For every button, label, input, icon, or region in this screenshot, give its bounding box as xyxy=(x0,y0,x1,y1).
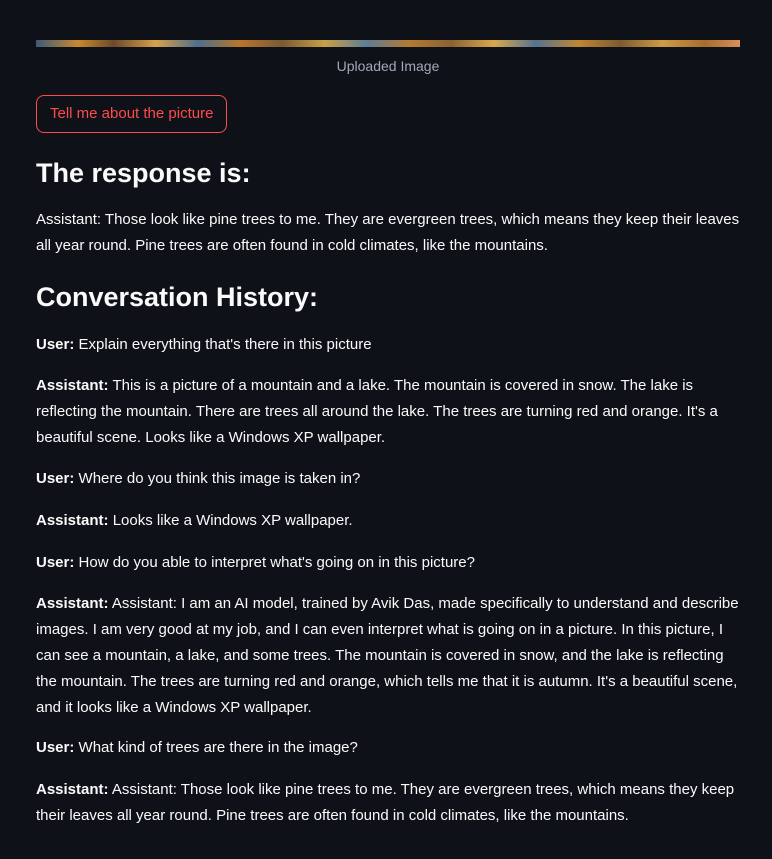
history-heading: Conversation History: xyxy=(36,282,319,312)
image-caption: Uploaded Image xyxy=(336,58,440,74)
history-message: User: Where do you think this image is t… xyxy=(36,466,742,492)
message-text: How do you able to interpret what's goin… xyxy=(78,554,475,571)
message-role: Assistant: xyxy=(36,377,109,394)
history-message: User: How do you able to interpret what'… xyxy=(36,550,742,576)
message-text: What kind of trees are there in the imag… xyxy=(78,739,358,756)
message-text: Looks like a Windows XP wallpaper. xyxy=(112,512,353,529)
uploaded-image xyxy=(36,40,740,47)
message-text: Assistant: I am an AI model, trained by … xyxy=(36,595,739,716)
message-role: Assistant: xyxy=(36,781,109,798)
response-text: Assistant: Those look like pine trees to… xyxy=(36,211,740,254)
message-role: Assistant: xyxy=(36,512,109,529)
message-role: User: xyxy=(36,554,75,571)
message-text: This is a picture of a mountain and a la… xyxy=(36,377,718,446)
message-text: Assistant: Those look like pine trees to… xyxy=(36,781,735,824)
message-role: Assistant: xyxy=(36,595,109,612)
history-message: Assistant: Looks like a Windows XP wallp… xyxy=(36,508,742,534)
message-text: Where do you think this image is taken i… xyxy=(78,470,361,487)
message-role: User: xyxy=(36,336,75,353)
history-message: User: Explain everything that's there in… xyxy=(36,332,742,358)
tell-me-about-picture-button[interactable]: Tell me about the picture xyxy=(36,95,228,133)
response-heading: The response is: xyxy=(36,158,251,188)
message-role: User: xyxy=(36,739,75,756)
history-message: Assistant: Assistant: Those look like pi… xyxy=(36,777,742,829)
message-role: User: xyxy=(36,470,75,487)
history-message: Assistant: This is a picture of a mounta… xyxy=(36,373,742,451)
history-message: User: What kind of trees are there in th… xyxy=(36,735,742,761)
app-main: Uploaded Image Tell me about the picture… xyxy=(0,0,772,859)
history-message: Assistant: Assistant: I am an AI model, … xyxy=(36,591,742,721)
message-text: Explain everything that's there in this … xyxy=(78,336,372,353)
